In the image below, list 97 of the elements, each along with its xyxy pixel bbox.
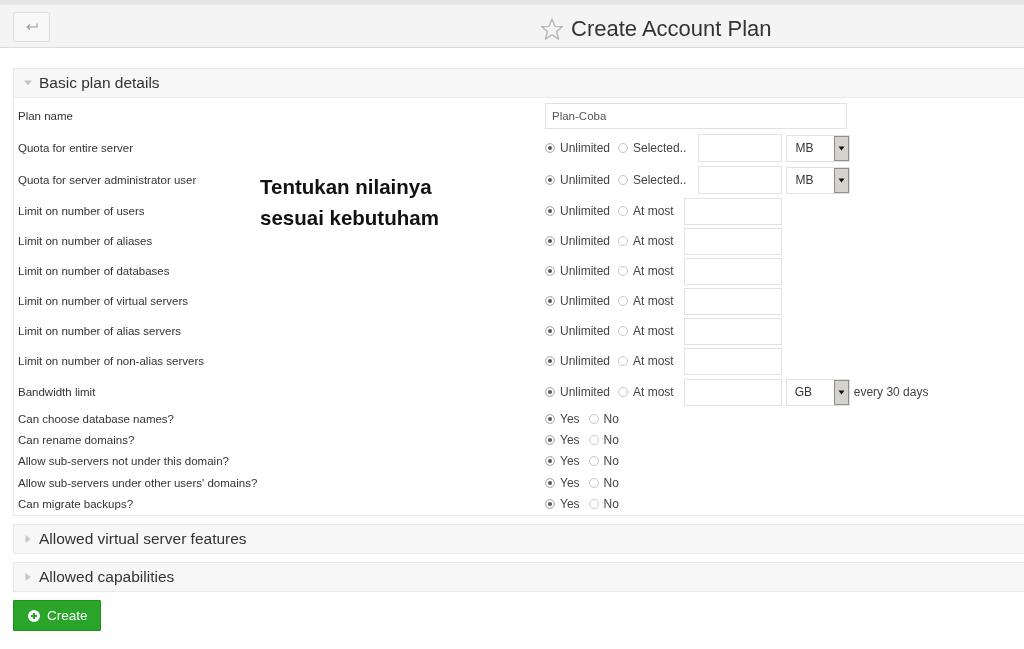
radio-button[interactable] — [618, 266, 628, 276]
unit-dropdown[interactable]: MB — [786, 166, 851, 194]
field-label: Can choose database names? — [18, 412, 174, 425]
radio-button[interactable] — [545, 387, 555, 397]
radio-label: Unlimited — [560, 234, 610, 248]
field-label: Limit on number of alias servers — [18, 325, 181, 337]
field-label: Limit on number of databases — [18, 265, 170, 277]
radio-label: Yes — [560, 411, 580, 426]
radio-button[interactable] — [588, 456, 599, 467]
radio-button[interactable] — [588, 477, 599, 488]
text-field[interactable]: Plan-Coba — [545, 103, 847, 129]
plus-circle-icon — [28, 610, 40, 622]
amount-field[interactable] — [683, 197, 782, 225]
field-label: Quota for entire server — [18, 142, 134, 154]
radio-button[interactable] — [545, 296, 555, 306]
radio-label: Selected.. — [633, 173, 687, 187]
radio-button[interactable] — [545, 413, 555, 424]
unit-dropdown[interactable]: MB — [786, 134, 851, 162]
radio-button[interactable] — [545, 498, 555, 509]
radio-button[interactable] — [545, 326, 555, 336]
field-label: Allow sub-servers under other users' domains? — [18, 476, 258, 489]
radio-button[interactable] — [618, 387, 628, 397]
field-label: Can rename domains? — [18, 433, 135, 446]
radio-button[interactable] — [545, 143, 555, 153]
amount-field[interactable] — [683, 378, 782, 406]
radio-label: Unlimited — [560, 141, 610, 155]
field-label: Limit on number of users — [18, 205, 145, 217]
caret-icon — [24, 573, 32, 582]
radio-button[interactable] — [545, 434, 555, 445]
radio-label: No — [603, 496, 619, 511]
radio-label: At most — [633, 294, 674, 308]
radio-button[interactable] — [618, 175, 628, 185]
radio-label: Yes — [560, 475, 580, 490]
radio-button[interactable] — [618, 296, 628, 306]
radio-button[interactable] — [545, 206, 555, 216]
radio-button[interactable] — [618, 356, 628, 366]
amount-field[interactable] — [683, 287, 782, 315]
radio-label: No — [603, 411, 619, 426]
field-label: Allow sub-servers not under this domain? — [18, 455, 229, 468]
field-label: Limit on number of aliases — [18, 235, 153, 247]
radio-button[interactable] — [618, 236, 628, 246]
amount-field[interactable] — [683, 317, 782, 345]
radio-button[interactable] — [618, 143, 628, 153]
section-header[interactable]: Allowed capabilities — [13, 562, 1024, 593]
radio-label: Unlimited — [560, 385, 610, 399]
amount-field[interactable] — [683, 347, 782, 375]
radio-label: At most — [633, 324, 674, 338]
radio-label: Unlimited — [560, 204, 610, 218]
radio-label: At most — [633, 264, 674, 278]
radio-label: No — [603, 454, 619, 469]
amount-field[interactable] — [698, 134, 783, 162]
return-arrow-icon — [25, 23, 38, 31]
section-header[interactable]: Basic plan details — [13, 68, 1024, 98]
unit-dropdown[interactable]: GB — [785, 378, 850, 406]
radio-label: No — [603, 475, 619, 490]
radio-label: Unlimited — [560, 294, 610, 308]
radio-label: Yes — [560, 432, 580, 447]
radio-button[interactable] — [545, 266, 555, 276]
field-label: Bandwidth limit — [18, 386, 96, 398]
period-text: every 30 days — [853, 385, 929, 399]
radio-button[interactable] — [588, 434, 599, 445]
radio-label: At most — [633, 385, 674, 399]
field-label: Plan name — [18, 110, 73, 122]
field-label: Limit on number of non-alias servers — [18, 355, 204, 367]
annotation-text: Tentukan nilainya sesuai kebutuham — [260, 174, 440, 231]
radio-button[interactable] — [588, 498, 599, 509]
section-header[interactable]: Allowed virtual server features — [13, 524, 1024, 555]
field-label: Can migrate backups? — [18, 497, 134, 510]
radio-label: Yes — [560, 454, 580, 469]
radio-label: At most — [633, 204, 674, 218]
amount-field[interactable] — [683, 257, 782, 285]
back-button[interactable] — [13, 12, 50, 42]
field-label: Limit on number of virtual servers — [18, 295, 188, 307]
amount-field[interactable] — [683, 227, 782, 255]
radio-button[interactable] — [545, 477, 555, 488]
page-title: Create Account Plan — [571, 15, 772, 43]
radio-button[interactable] — [545, 456, 555, 467]
radio-label: Unlimited — [560, 324, 610, 338]
radio-label: At most — [633, 354, 674, 368]
radio-button[interactable] — [618, 326, 628, 336]
radio-button[interactable] — [588, 413, 599, 424]
radio-button[interactable] — [545, 175, 555, 185]
radio-label: No — [603, 432, 619, 447]
caret-icon — [24, 535, 32, 544]
star-icon[interactable] — [540, 17, 564, 41]
radio-button[interactable] — [618, 206, 628, 216]
field-label: Quota for server administrator user — [18, 174, 197, 186]
radio-label: Yes — [560, 496, 580, 511]
caret-icon — [24, 79, 32, 87]
radio-label: Unlimited — [560, 173, 610, 187]
radio-label: Unlimited — [560, 354, 610, 368]
amount-field[interactable] — [698, 166, 783, 194]
radio-label: At most — [633, 234, 674, 248]
radio-button[interactable] — [545, 356, 555, 366]
radio-label: Unlimited — [560, 264, 610, 278]
radio-label: Selected.. — [633, 141, 687, 155]
radio-button[interactable] — [545, 236, 555, 246]
